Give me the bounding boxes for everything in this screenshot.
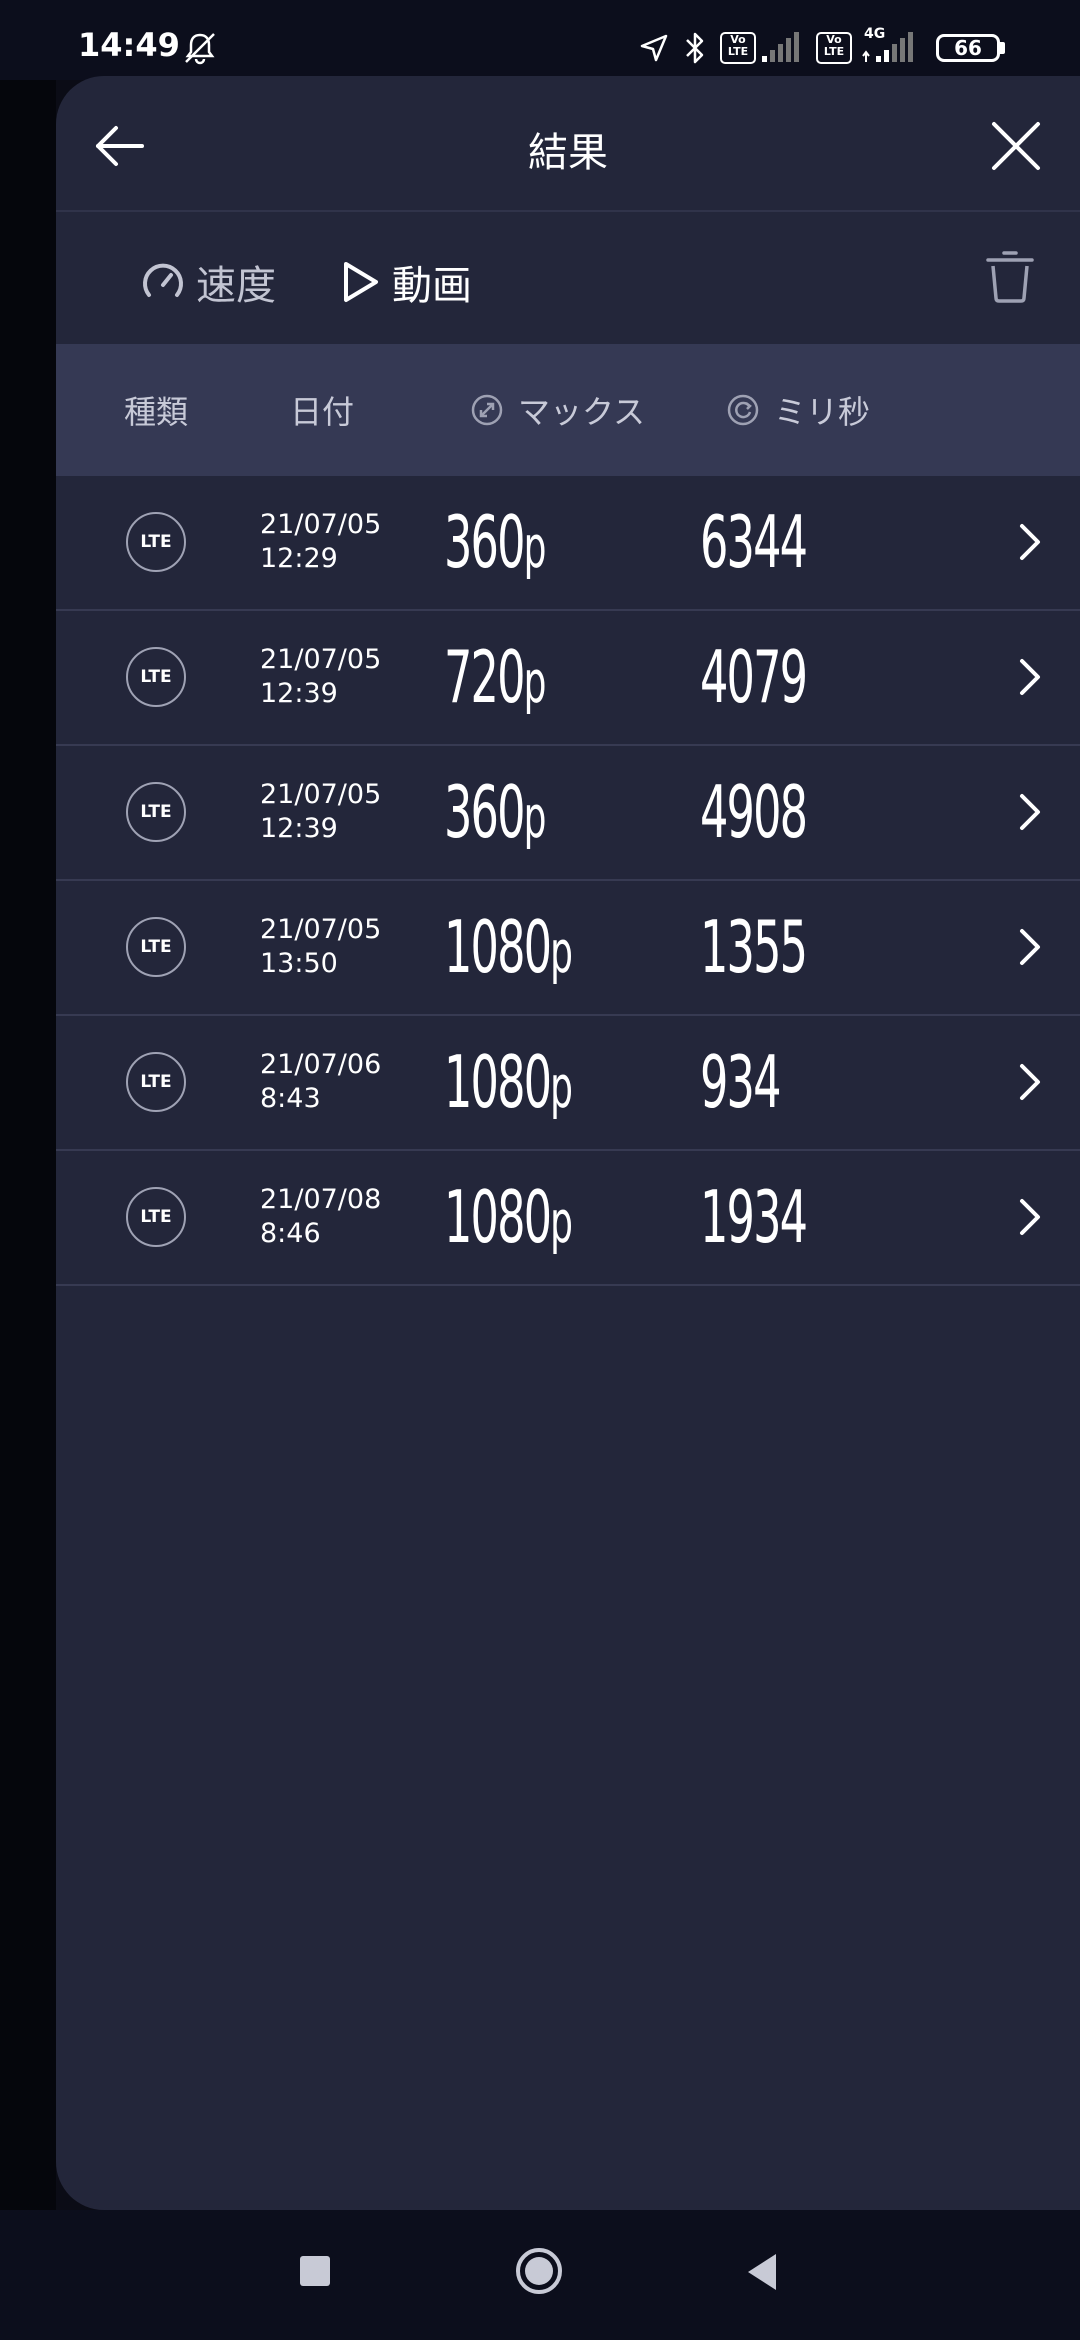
chevron-right-icon — [1020, 794, 1040, 830]
row-resolution-unit: p — [523, 783, 547, 851]
chevron-right-icon — [1020, 1199, 1040, 1235]
location-icon — [640, 34, 668, 62]
bluetooth-icon — [686, 32, 704, 64]
bell-off-icon — [185, 33, 215, 65]
lte-badge: LTE — [126, 512, 186, 572]
background-edge — [0, 80, 56, 2210]
row-resolution-unit: p — [550, 1053, 573, 1121]
lte-badge: LTE — [126, 1052, 186, 1112]
gauge-icon — [143, 263, 183, 297]
table-row[interactable]: LTE 21/07/08 8:46 1080p 1934 — [56, 1151, 1080, 1286]
row-resolution: 720p — [444, 633, 546, 726]
battery-level: 66 — [954, 36, 982, 60]
table-row[interactable]: LTE 21/07/05 12:39 360p 4908 — [56, 746, 1080, 881]
results-list: LTE 21/07/05 12:29 360p 6344 LTE 21/07/05… — [56, 476, 1080, 1286]
column-type: 種類 — [124, 393, 189, 431]
row-datetime: 21/07/05 12:29 — [260, 508, 381, 576]
results-panel: 結果 速度 動画 種類 日付 マックス ミリ秒 LTE 21/07/05 12:… — [56, 76, 1080, 2210]
navigation-bar — [0, 2210, 1080, 2340]
row-time: 8:43 — [260, 1083, 321, 1114]
status-bar: 14:49 Vo LTE Vo LTE 4G 66 — [0, 0, 1080, 80]
table-row[interactable]: LTE 21/07/06 8:43 1080p 934 — [56, 1016, 1080, 1151]
row-time: 8:46 — [260, 1218, 321, 1249]
chevron-right-icon — [1020, 1064, 1040, 1100]
row-date: 21/07/05 — [260, 644, 382, 675]
row-time: 12:39 — [260, 813, 338, 844]
row-ms: 1934 — [700, 1175, 808, 1259]
panel-header: 結果 — [56, 76, 1080, 212]
row-resolution-unit: p — [523, 648, 547, 716]
tab-video-label: 動画 — [392, 263, 472, 309]
expand-icon — [471, 394, 503, 426]
row-time: 13:50 — [260, 948, 338, 979]
row-resolution-value: 720 — [444, 635, 525, 719]
row-datetime: 21/07/08 8:46 — [260, 1183, 381, 1251]
row-ms: 1355 — [700, 905, 808, 989]
chevron-right-icon — [1020, 659, 1040, 695]
table-row[interactable]: LTE 21/07/05 12:29 360p 6344 — [56, 476, 1080, 611]
row-resolution: 1080p — [444, 903, 573, 996]
volte-icon: Vo LTE — [720, 32, 756, 64]
chevron-right-icon — [1020, 524, 1040, 560]
row-ms: 934 — [700, 1040, 781, 1124]
row-resolution-value: 1080 — [444, 1175, 552, 1259]
close-icon[interactable] — [986, 116, 1046, 176]
row-time: 12:29 — [260, 543, 338, 574]
back-button[interactable] — [742, 2250, 782, 2294]
home-button[interactable] — [514, 2246, 564, 2296]
tab-speed[interactable]: 速度 — [140, 252, 276, 312]
trash-icon[interactable] — [980, 246, 1040, 306]
row-resolution-value: 360 — [444, 500, 525, 584]
row-resolution-unit: p — [550, 1188, 573, 1256]
row-resolution-value: 1080 — [444, 905, 552, 989]
column-ms: ミリ秒 — [726, 344, 870, 476]
row-resolution-unit: p — [550, 918, 573, 986]
lte-badge: LTE — [126, 782, 186, 842]
row-resolution-unit: p — [523, 513, 547, 581]
row-date: 21/07/06 — [260, 1049, 382, 1080]
table-row[interactable]: LTE 21/07/05 13:50 1080p 1355 — [56, 881, 1080, 1016]
battery-tip — [1000, 42, 1005, 54]
lte-badge: LTE — [126, 1187, 186, 1247]
row-date: 21/07/05 — [260, 509, 382, 540]
row-datetime: 21/07/05 12:39 — [260, 778, 381, 846]
signal-icon-2 — [862, 32, 913, 62]
row-date: 21/07/08 — [260, 1184, 382, 1215]
table-header: 種類 日付 マックス ミリ秒 — [56, 344, 1080, 476]
row-ms: 6344 — [700, 500, 808, 584]
row-date: 21/07/05 — [260, 914, 382, 945]
tab-video[interactable]: 動画 — [340, 252, 472, 312]
page-title: 結果 — [528, 130, 608, 176]
column-max-label: マックス — [518, 393, 646, 431]
recents-button[interactable] — [300, 2256, 330, 2286]
column-max: マックス — [470, 344, 645, 476]
row-resolution: 360p — [444, 498, 546, 591]
row-ms: 4079 — [700, 635, 808, 719]
row-datetime: 21/07/05 13:50 — [260, 913, 381, 981]
row-resolution-value: 360 — [444, 770, 525, 854]
table-row[interactable]: LTE 21/07/05 12:39 720p 4079 — [56, 611, 1080, 746]
chevron-right-icon — [1020, 929, 1040, 965]
row-time: 12:39 — [260, 678, 338, 709]
refresh-icon — [727, 394, 759, 426]
play-icon — [344, 262, 378, 302]
row-resolution-value: 1080 — [444, 1040, 552, 1124]
row-ms: 4908 — [700, 770, 808, 854]
column-ms-label: ミリ秒 — [774, 393, 871, 431]
status-time: 14:49 — [78, 26, 180, 64]
row-resolution: 1080p — [444, 1038, 573, 1131]
volte-icon-2: Vo LTE — [816, 32, 852, 64]
battery-icon: 66 — [936, 34, 1000, 62]
row-resolution: 360p — [444, 768, 546, 861]
row-resolution: 1080p — [444, 1173, 573, 1266]
row-date: 21/07/05 — [260, 779, 382, 810]
row-datetime: 21/07/05 12:39 — [260, 643, 381, 711]
column-date: 日付 — [290, 393, 355, 431]
signal-icon — [762, 32, 799, 62]
tab-speed-label: 速度 — [196, 263, 276, 309]
row-datetime: 21/07/06 8:43 — [260, 1048, 381, 1116]
lte-badge: LTE — [126, 647, 186, 707]
lte-badge: LTE — [126, 917, 186, 977]
tab-bar: 速度 動画 — [56, 210, 1080, 390]
